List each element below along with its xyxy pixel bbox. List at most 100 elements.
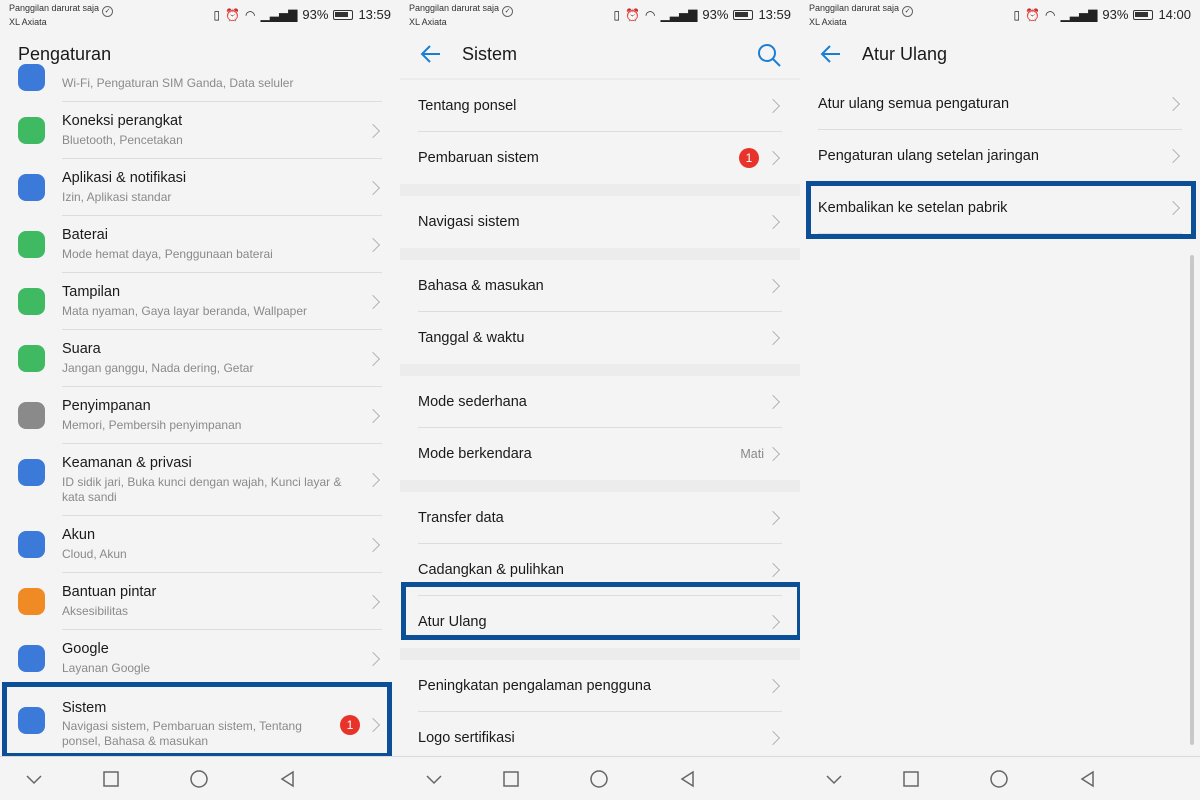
check-icon: ✓ xyxy=(102,6,114,17)
chevron-right-icon xyxy=(365,351,381,366)
nav-home-icon[interactable] xyxy=(989,769,1009,789)
list-item-baterai[interactable]: Baterai Mode hemat daya, Penggunaan bater… xyxy=(0,216,400,273)
list-item-title: Akun xyxy=(62,527,96,543)
nav-home-icon[interactable] xyxy=(589,769,609,789)
list-item-pengaturan-ulang-setelan-jaringan[interactable]: Pengaturan ulang setelan jaringan xyxy=(800,130,1200,182)
battery-icon xyxy=(1133,9,1154,20)
list-item-tanggal-waktu[interactable]: Tanggal & waktu xyxy=(400,312,800,364)
carrier-name: XL Axiata xyxy=(409,17,447,27)
nav-back-icon[interactable] xyxy=(678,769,698,789)
list-item-subtitle: Mode hemat daya, Penggunaan baterai xyxy=(62,247,273,261)
chevron-right-icon xyxy=(765,98,781,114)
vibrate-icon: ▯ xyxy=(1013,7,1021,22)
page-title: Atur Ulang xyxy=(862,43,948,64)
nav-bar xyxy=(400,756,800,800)
chevron-right-icon xyxy=(765,278,781,294)
list-item-mode-sederhana[interactable]: Mode sederhana xyxy=(400,376,800,428)
list-item-subtitle: Bluetooth, Pencetakan xyxy=(62,133,183,147)
list-item-label: Mode sederhana xyxy=(418,394,527,410)
chevron-right-icon xyxy=(365,237,381,252)
scrollbar[interactable] xyxy=(1190,255,1194,745)
list-item-koneksi-perangkat[interactable]: Koneksi perangkat Bluetooth, Pencetakan xyxy=(0,102,400,159)
group-gap xyxy=(400,248,800,260)
list-item-title: Keamanan & privasi xyxy=(62,455,192,471)
list-item-atur-ulang-semua-pengaturan[interactable]: Atur ulang semua pengaturan xyxy=(800,78,1200,130)
battery-percent: 93% xyxy=(302,7,329,22)
settings-items: Koneksi perangkat Bluetooth, Pencetakan Ap… xyxy=(0,102,400,763)
list-item-mode-berkendara[interactable]: Mode berkendara Mati xyxy=(400,428,800,480)
list-item-subtitle: Wi-Fi, Pengaturan SIM Ganda, Data selule… xyxy=(62,76,294,90)
nav-home-icon[interactable] xyxy=(189,769,209,789)
highlight-sistem xyxy=(2,682,392,758)
back-button[interactable] xyxy=(400,30,462,78)
list-item-subtitle: Cloud, Akun xyxy=(62,547,127,561)
list-item-penyimpanan[interactable]: Penyimpanan Memori, Pembersih penyimpanan xyxy=(0,387,400,444)
setting-icon xyxy=(18,459,45,486)
setting-icon xyxy=(18,531,45,558)
list-item-akun[interactable]: Akun Cloud, Akun xyxy=(0,516,400,573)
chevron-right-icon xyxy=(765,150,781,166)
list-item-label: Pembaruan sistem xyxy=(418,150,539,166)
list-item-aplikasi-notifikasi[interactable]: Aplikasi & notifikasi Izin, Aplikasi stan… xyxy=(0,159,400,216)
chevron-right-icon xyxy=(765,562,781,578)
alarm-icon: ⏰ xyxy=(625,7,641,22)
chevron-right-icon xyxy=(365,408,381,423)
clock: 14:00 xyxy=(1158,7,1191,22)
back-button[interactable] xyxy=(800,30,862,78)
list-item-label: Tentang ponsel xyxy=(418,98,517,114)
list-item-wireless[interactable]: Wi-Fi, Pengaturan SIM Ganda, Data selule… xyxy=(0,64,400,102)
chevron-right-icon xyxy=(365,294,381,309)
group-gap xyxy=(400,184,800,196)
chevron-right-icon xyxy=(365,594,381,609)
chevron-right-icon xyxy=(365,472,381,488)
setting-icon xyxy=(18,231,45,258)
list-item-navigasi-sistem[interactable]: Navigasi sistem xyxy=(400,196,800,248)
list-item-label: Navigasi sistem xyxy=(418,214,520,230)
vibrate-icon: ▯ xyxy=(213,7,221,22)
status-bar: Panggilan darurat saja ✓ XL Axiata ▯ ⏰ ◠ … xyxy=(0,0,400,30)
nav-recents-icon[interactable] xyxy=(101,769,121,789)
nav-recents-icon[interactable] xyxy=(501,769,521,789)
signal-icon: ▁▃▅▇ xyxy=(1060,7,1098,22)
list-item-keamanan-privasi[interactable]: Keamanan & privasi ID sidik jari, Buka ku… xyxy=(0,444,400,516)
list-item-title: Aplikasi & notifikasi xyxy=(62,170,187,186)
setting-icon xyxy=(18,288,45,315)
nav-back-icon[interactable] xyxy=(278,769,298,789)
list-item-suara[interactable]: Suara Jangan ganggu, Nada dering, Getar xyxy=(0,330,400,387)
chevron-right-icon xyxy=(365,180,381,195)
list-item-bantuan-pintar[interactable]: Bantuan pintar Aksesibilitas xyxy=(0,573,400,630)
list-item-peningkatan-pengalaman-pengguna[interactable]: Peningkatan pengalaman pengguna xyxy=(400,660,800,712)
list-item-title: Google xyxy=(62,641,109,657)
wifi-icon: ◠ xyxy=(645,7,656,22)
carrier-status: Panggilan darurat saja xyxy=(409,3,500,13)
nav-hide-icon[interactable] xyxy=(424,769,444,789)
list-item-tentang-ponsel[interactable]: Tentang ponsel xyxy=(400,80,800,132)
list-item-transfer-data[interactable]: Transfer data xyxy=(400,492,800,544)
notification-badge: 1 xyxy=(739,148,759,168)
list-item-subtitle: Jangan ganggu, Nada dering, Getar xyxy=(62,361,254,375)
list-item-pembaruan-sistem[interactable]: Pembaruan sistem 1 xyxy=(400,132,800,184)
nav-recents-icon[interactable] xyxy=(901,769,921,789)
nav-hide-icon[interactable] xyxy=(24,769,44,789)
list-item-title: Bantuan pintar xyxy=(62,584,157,600)
list-item-title: Koneksi perangkat xyxy=(62,113,183,129)
highlight-atur-ulang xyxy=(401,582,800,640)
list-item-tampilan[interactable]: Tampilan Mata nyaman, Gaya layar beranda,… xyxy=(0,273,400,330)
alarm-icon: ⏰ xyxy=(1025,7,1041,22)
settings-screen: Panggilan darurat saja ✓ XL Axiata ▯ ⏰ ◠ … xyxy=(0,0,400,800)
list-item-bahasa-masukan[interactable]: Bahasa & masukan xyxy=(400,260,800,312)
setting-icon xyxy=(18,588,45,615)
wifi-icon: ◠ xyxy=(245,7,256,22)
nav-back-icon[interactable] xyxy=(1078,769,1098,789)
list-item-subtitle: Izin, Aplikasi standar xyxy=(62,190,172,204)
nav-hide-icon[interactable] xyxy=(824,769,844,789)
search-icon[interactable] xyxy=(756,42,782,68)
chevron-right-icon xyxy=(765,510,781,526)
list-item-google[interactable]: Google Layanan Google xyxy=(0,630,400,687)
check-icon: ✓ xyxy=(902,6,914,17)
list-item-label: Bahasa & masukan xyxy=(418,278,544,294)
chevron-right-icon xyxy=(365,537,381,552)
arrow-left-icon xyxy=(420,45,440,63)
list-item-title: Penyimpanan xyxy=(62,398,151,414)
wifi-icon: ◠ xyxy=(1045,7,1056,22)
